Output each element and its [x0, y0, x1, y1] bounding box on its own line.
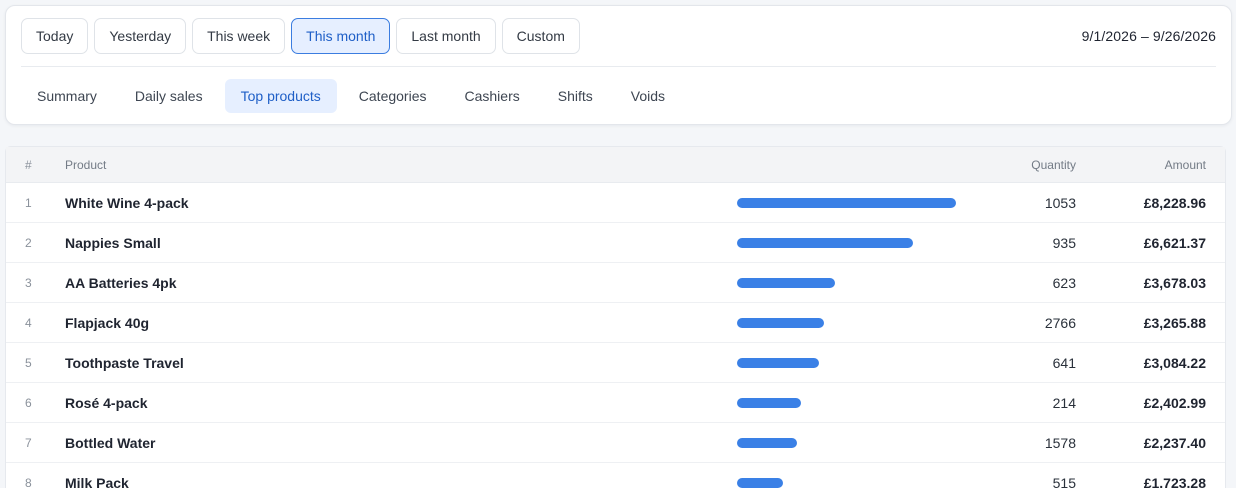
- tab-voids[interactable]: Voids: [615, 79, 681, 113]
- table-header: # Product Quantity Amount: [6, 147, 1225, 183]
- row-bar-cell: [737, 303, 973, 343]
- row-product-name: Milk Pack: [65, 474, 129, 488]
- tab-daily-sales[interactable]: Daily sales: [119, 79, 219, 113]
- range-button-group: Today Yesterday This week This month Last mo…: [21, 18, 586, 54]
- column-header-quantity[interactable]: Quantity: [973, 158, 1076, 172]
- tab-summary[interactable]: Summary: [21, 79, 113, 113]
- column-header-product[interactable]: Product: [65, 158, 737, 172]
- row-quantity: 1053: [1044, 194, 1076, 211]
- row-quantity: 515: [1052, 474, 1076, 488]
- row-bar-cell: [737, 223, 973, 263]
- column-header-bar: [737, 147, 973, 183]
- row-amount-bar: [737, 317, 824, 328]
- table-row[interactable]: 7 Bottled Water 1578 £2,237.40: [6, 423, 1225, 463]
- range-button-this-week[interactable]: This week: [192, 18, 286, 54]
- column-header-amount[interactable]: Amount: [1076, 158, 1206, 172]
- row-quantity: 214: [1052, 394, 1076, 411]
- row-bar-cell: [737, 423, 973, 463]
- range-button-yesterday[interactable]: Yesterday: [94, 18, 187, 54]
- column-header-rank[interactable]: #: [6, 158, 65, 172]
- top-products-table: # Product Quantity Amount 1 White Wine 4-…: [5, 146, 1226, 488]
- row-quantity: 1578: [1044, 434, 1076, 451]
- row-amount: £6,621.37: [1143, 234, 1206, 251]
- row-amount-bar: [737, 277, 835, 288]
- table-row[interactable]: 2 Nappies Small 935 £6,621.37: [6, 223, 1225, 263]
- row-quantity: 641: [1052, 354, 1076, 371]
- tab-cashiers[interactable]: Cashiers: [448, 79, 535, 113]
- table-row[interactable]: 3 AA Batteries 4pk 623 £3,678.03: [6, 263, 1225, 303]
- table-row[interactable]: 5 Toothpaste Travel 641 £3,084.22: [6, 343, 1225, 383]
- row-bar-cell: [737, 343, 973, 383]
- range-button-today[interactable]: Today: [21, 18, 89, 54]
- row-product-name: Flapjack 40g: [65, 314, 150, 331]
- tab-shifts[interactable]: Shifts: [542, 79, 609, 113]
- range-button-custom[interactable]: Custom: [501, 18, 580, 54]
- table-row[interactable]: 6 Rosé 4-pack 214 £2,402.99: [6, 383, 1225, 423]
- range-button-this-month[interactable]: This month: [291, 18, 391, 54]
- row-amount-bar: [737, 357, 819, 368]
- row-amount: £8,228.96: [1143, 194, 1206, 211]
- row-amount-bar: [737, 237, 913, 248]
- row-product-name: Bottled Water: [65, 434, 156, 451]
- row-amount: £1,723.28: [1143, 474, 1206, 488]
- table-row[interactable]: 1 White Wine 4-pack 1053 £8,228.96: [6, 183, 1225, 223]
- row-rank: 5: [25, 355, 32, 370]
- row-amount: £3,084.22: [1143, 354, 1206, 371]
- tab-top-products[interactable]: Top products: [224, 79, 337, 113]
- row-rank: 4: [25, 315, 32, 330]
- row-bar-cell: [737, 383, 973, 423]
- row-product-name: Nappies Small: [65, 234, 161, 251]
- row-quantity: 935: [1052, 234, 1076, 251]
- row-product-name: AA Batteries 4pk: [65, 274, 177, 291]
- row-product-name: White Wine 4-pack: [65, 194, 189, 211]
- table-body: 1 White Wine 4-pack 1053 £8,228.96 2 Nappies …: [6, 183, 1225, 488]
- row-amount-bar: [737, 437, 797, 448]
- row-rank: 6: [25, 395, 32, 410]
- row-amount: £2,237.40: [1143, 434, 1206, 451]
- date-range-display: 9/1/2026 – 9/26/2026: [1081, 28, 1216, 44]
- row-amount-bar: [737, 197, 956, 208]
- row-rank: 2: [25, 235, 32, 250]
- row-bar-cell: [737, 463, 973, 488]
- table-row[interactable]: 4 Flapjack 40g 2766 £3,265.88: [6, 303, 1225, 343]
- row-rank: 8: [25, 475, 32, 488]
- row-quantity: 2766: [1044, 314, 1076, 331]
- tab-categories[interactable]: Categories: [343, 79, 443, 113]
- row-product-name: Toothpaste Travel: [65, 354, 184, 371]
- row-bar-cell: [737, 183, 973, 223]
- divider: [21, 66, 1216, 67]
- row-amount-bar: [737, 477, 783, 488]
- date-range-selector: Today Yesterday This week This month Last mo…: [21, 18, 1216, 54]
- report-tabs: Summary Daily sales Top products Categories…: [21, 79, 687, 113]
- table-row[interactable]: 8 Milk Pack 515 £1,723.28: [6, 463, 1225, 488]
- report-filter-card: Today Yesterday This week This month Last mo…: [5, 5, 1232, 125]
- row-quantity: 623: [1052, 274, 1076, 291]
- row-amount: £2,402.99: [1143, 394, 1206, 411]
- row-amount: £3,678.03: [1143, 274, 1206, 291]
- row-rank: 3: [25, 275, 32, 290]
- row-rank: 1: [25, 195, 32, 210]
- row-product-name: Rosé 4-pack: [65, 394, 148, 411]
- range-button-last-month[interactable]: Last month: [396, 18, 496, 54]
- row-rank: 7: [25, 435, 32, 450]
- row-amount-bar: [737, 397, 801, 408]
- row-amount: £3,265.88: [1143, 314, 1206, 331]
- row-bar-cell: [737, 263, 973, 303]
